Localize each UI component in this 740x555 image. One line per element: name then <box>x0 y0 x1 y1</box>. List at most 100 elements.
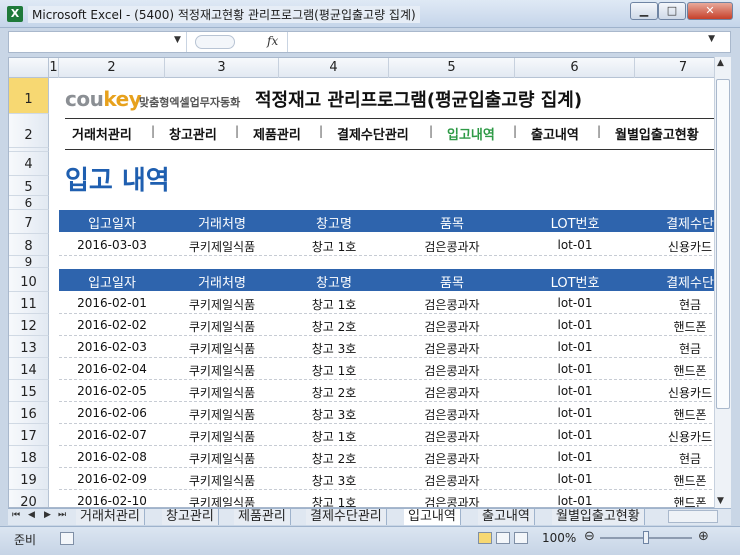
vertical-scrollbar[interactable]: ▲ ▼ <box>714 57 731 508</box>
row-header[interactable]: 12 <box>9 314 49 336</box>
record-date[interactable]: 2016-02-06 <box>59 406 165 420</box>
page-break-view-icon[interactable] <box>514 532 528 544</box>
record-client[interactable]: 쿠키제일식품 <box>165 406 279 423</box>
table-row[interactable]: 2016-02-02 쿠키제일식품 창고 2호 검은콩과자 lot-01 핸드폰 <box>59 314 730 336</box>
expand-formula-icon[interactable]: ▼ <box>708 34 715 44</box>
record-lot[interactable]: lot-01 <box>515 472 635 486</box>
scroll-thumb[interactable] <box>716 79 730 409</box>
record-client[interactable]: 쿠키제일식품 <box>165 450 279 467</box>
record-item[interactable]: 검은콩과자 <box>389 384 515 401</box>
input-date[interactable]: 2016-03-03 <box>59 238 165 252</box>
nav-item-inbound[interactable]: 입고내역 <box>447 124 495 143</box>
record-client[interactable]: 쿠키제일식품 <box>165 362 279 379</box>
row-header[interactable]: 4 <box>9 152 49 176</box>
record-date[interactable]: 2016-02-09 <box>59 472 165 486</box>
select-all-corner[interactable] <box>9 58 49 78</box>
record-lot[interactable]: lot-01 <box>515 384 635 398</box>
input-row[interactable]: 2016-03-03 쿠키제일식품 창고 1호 검은콩과자 lot-01 신용카… <box>59 234 730 256</box>
tab-inbound[interactable]: 입고내역 <box>404 509 461 525</box>
column-header[interactable]: 2 <box>59 58 165 78</box>
record-date[interactable]: 2016-02-02 <box>59 318 165 332</box>
minimize-button[interactable]: ▁ <box>630 2 658 20</box>
row-header[interactable]: 8 <box>9 234 49 256</box>
worksheet[interactable]: 1 2 3 4 5 6 7 1 2 3 4 5 6 7 8 9 10 11 12… <box>8 57 731 508</box>
tab-outbound[interactable]: 출고내역 <box>478 509 535 525</box>
last-sheet-icon[interactable]: ⏭ <box>58 510 66 520</box>
record-warehouse[interactable]: 창고 1호 <box>279 428 389 445</box>
formula-cancel-enter[interactable] <box>195 35 235 49</box>
column-header[interactable]: 6 <box>515 58 635 78</box>
row-header[interactable]: 11 <box>9 292 49 314</box>
row-header[interactable]: 2 <box>9 114 49 148</box>
record-item[interactable]: 검은콩과자 <box>389 472 515 489</box>
record-client[interactable]: 쿠키제일식품 <box>165 428 279 445</box>
row-header[interactable]: 15 <box>9 380 49 402</box>
table-row[interactable]: 2016-02-07 쿠키제일식품 창고 1호 검은콩과자 lot-01 신용카드 <box>59 424 730 446</box>
table-row[interactable]: 2016-02-09 쿠키제일식품 창고 3호 검은콩과자 lot-01 핸드폰 <box>59 468 730 490</box>
column-header[interactable]: 3 <box>165 58 279 78</box>
record-item[interactable]: 검은콩과자 <box>389 428 515 445</box>
row-header[interactable]: 14 <box>9 358 49 380</box>
prev-sheet-icon[interactable]: ◀ <box>28 510 35 520</box>
record-lot[interactable]: lot-01 <box>515 340 635 354</box>
record-warehouse[interactable]: 창고 3호 <box>279 406 389 423</box>
row-header[interactable]: 17 <box>9 424 49 446</box>
record-warehouse[interactable]: 창고 1호 <box>279 296 389 313</box>
scroll-down-icon[interactable]: ▼ <box>717 496 724 506</box>
normal-view-icon[interactable] <box>478 532 492 544</box>
input-client[interactable]: 쿠키제일식품 <box>165 238 279 255</box>
next-sheet-icon[interactable]: ▶ <box>44 510 51 520</box>
record-warehouse[interactable]: 창고 3호 <box>279 472 389 489</box>
record-date[interactable]: 2016-02-04 <box>59 362 165 376</box>
record-client[interactable]: 쿠키제일식품 <box>165 318 279 335</box>
row-header[interactable]: 10 <box>9 268 49 292</box>
table-row[interactable]: 2016-02-04 쿠키제일식품 창고 1호 검은콩과자 lot-01 핸드폰 <box>59 358 730 380</box>
tab-monthly-status[interactable]: 월별입출고현황 <box>552 509 645 525</box>
record-date[interactable]: 2016-02-03 <box>59 340 165 354</box>
nav-item-warehouses[interactable]: 창고관리 <box>169 124 217 143</box>
input-lot[interactable]: lot-01 <box>515 238 635 252</box>
row-header[interactable]: 20 <box>9 490 49 507</box>
record-item[interactable]: 검은콩과자 <box>389 450 515 467</box>
record-warehouse[interactable]: 창고 2호 <box>279 450 389 467</box>
record-lot[interactable]: lot-01 <box>515 428 635 442</box>
zoom-in-icon[interactable]: ⊕ <box>698 529 709 544</box>
record-date[interactable]: 2016-02-08 <box>59 450 165 464</box>
chevron-down-icon[interactable]: ▼ <box>174 35 181 45</box>
record-item[interactable]: 검은콩과자 <box>389 406 515 423</box>
zoom-out-icon[interactable]: ⊖ <box>584 529 595 544</box>
row-header[interactable]: 18 <box>9 446 49 468</box>
record-lot[interactable]: lot-01 <box>515 362 635 376</box>
table-row[interactable]: 2016-02-01 쿠키제일식품 창고 1호 검은콩과자 lot-01 현금 <box>59 292 730 314</box>
record-lot[interactable]: lot-01 <box>515 296 635 310</box>
record-client[interactable]: 쿠키제일식품 <box>165 472 279 489</box>
record-lot[interactable]: lot-01 <box>515 494 635 507</box>
record-item[interactable]: 검은콩과자 <box>389 296 515 313</box>
record-warehouse[interactable]: 창고 1호 <box>279 362 389 379</box>
scroll-up-icon[interactable]: ▲ <box>717 58 724 68</box>
close-button[interactable]: ✕ <box>687 2 733 20</box>
table-row[interactable]: 2016-02-05 쿠키제일식품 창고 2호 검은콩과자 lot-01 신용카드 <box>59 380 730 402</box>
record-date[interactable]: 2016-02-07 <box>59 428 165 442</box>
column-header[interactable]: 1 <box>49 58 59 78</box>
table-row[interactable]: 2016-02-06 쿠키제일식품 창고 3호 검은콩과자 lot-01 핸드폰 <box>59 402 730 424</box>
nav-item-products[interactable]: 제품관리 <box>253 124 301 143</box>
record-warehouse[interactable]: 창고 2호 <box>279 384 389 401</box>
nav-item-payment-methods[interactable]: 결제수단관리 <box>337 124 409 143</box>
record-date[interactable]: 2016-02-05 <box>59 384 165 398</box>
input-warehouse[interactable]: 창고 1호 <box>279 238 389 255</box>
record-client[interactable]: 쿠키제일식품 <box>165 494 279 507</box>
row-header[interactable]: 9 <box>9 256 49 268</box>
record-client[interactable]: 쿠키제일식품 <box>165 340 279 357</box>
record-warehouse[interactable]: 창고 3호 <box>279 340 389 357</box>
record-item[interactable]: 검은콩과자 <box>389 340 515 357</box>
horizontal-scrollbar[interactable] <box>668 510 718 523</box>
input-item[interactable]: 검은콩과자 <box>389 238 515 255</box>
tab-payment-methods[interactable]: 결제수단관리 <box>306 509 387 525</box>
column-header[interactable]: 5 <box>389 58 515 78</box>
tab-warehouses[interactable]: 창고관리 <box>162 509 219 525</box>
page-layout-view-icon[interactable] <box>496 532 510 544</box>
insert-function-icon[interactable]: fx <box>267 34 278 48</box>
record-lot[interactable]: lot-01 <box>515 318 635 332</box>
zoom-level[interactable]: 100% <box>542 531 576 545</box>
